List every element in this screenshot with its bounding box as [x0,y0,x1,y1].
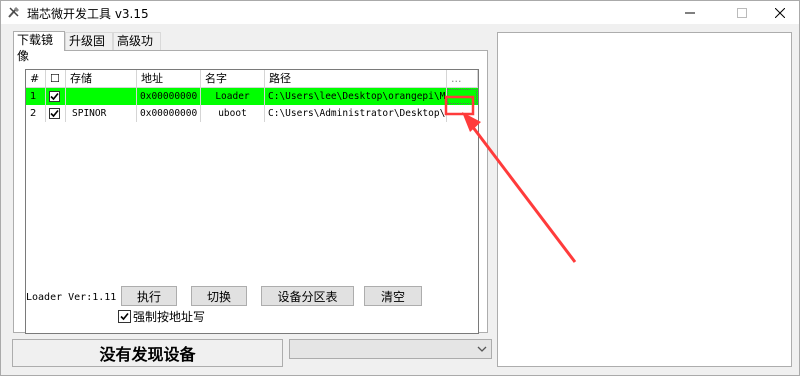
execute-button[interactable]: 执行 [121,286,177,306]
col-more: ... [447,70,478,87]
table-row[interactable]: 1 0x00000000 Loader C:\Users\lee\Desktop… [26,88,478,105]
row-address[interactable]: 0x00000000 [137,88,201,105]
row-name[interactable]: Loader [201,88,265,105]
title-bar: 瑞芯微开发工具 v3.15 [1,1,799,24]
row-checkbox-cell[interactable] [46,105,66,122]
loader-version: Loader Ver:1.11 [26,292,117,303]
row-storage [66,88,137,105]
row-index: 2 [26,105,46,122]
table-row[interactable]: 2 SPINOR 0x00000000 uboot C:\Users\Admin… [26,105,478,122]
tools-icon [8,7,19,18]
table-header: # ☐ 存储 地址 名字 路径 ... [26,70,478,88]
col-path: 路径 [265,70,447,87]
tab-upgrade-firmware[interactable]: 升级固件 [65,32,113,64]
maximize-icon [736,7,747,18]
row-storage: SPINOR [66,105,137,122]
clear-button[interactable]: 清空 [364,286,422,306]
col-address: 地址 [137,70,201,87]
col-storage: 存储 [66,70,137,87]
row-path[interactable]: C:\Users\Administrator\Desktop\... [265,105,447,122]
partition-table-button[interactable]: 设备分区表 [261,286,354,306]
col-check[interactable]: ☐ [46,70,66,87]
row-path[interactable]: C:\Users\lee\Desktop\orangepi\M... [265,88,447,105]
chevron-down-icon [477,346,487,352]
checkmark-icon [50,109,59,118]
browse-button[interactable] [447,89,477,104]
force-address-write-checkbox[interactable] [118,309,131,323]
device-select[interactable] [289,339,492,359]
col-name: 名字 [201,70,265,87]
tab-download-image[interactable]: 下载镜像 [13,31,65,63]
col-index: # [26,70,46,87]
switch-button[interactable]: 切换 [191,286,247,306]
close-icon [774,7,785,18]
minimize-icon [684,12,695,13]
minimize-button[interactable] [667,1,712,24]
row-checkbox[interactable] [49,108,60,119]
device-status: 没有发现设备 [12,339,283,367]
log-output[interactable] [497,32,792,367]
app-window: 瑞芯微开发工具 v3.15 下载镜像 升级固件 高级功能 # ☐ 存储 地址 名… [0,0,800,376]
close-button[interactable] [757,1,800,24]
row-checkbox[interactable] [49,91,60,102]
browse-cell[interactable] [447,105,478,122]
row-index: 1 [26,88,46,105]
checkmark-icon [50,92,59,101]
force-address-write-label: 强制按地址写 [133,309,206,324]
row-name[interactable]: uboot [201,105,265,122]
window-title: 瑞芯微开发工具 v3.15 [27,7,149,21]
row-address[interactable]: 0x00000000 [137,105,201,122]
row-checkbox-cell[interactable] [46,88,66,105]
force-address-write-option[interactable]: 强制按地址写 [118,309,206,324]
browse-cell[interactable] [447,88,478,105]
tab-advanced[interactable]: 高级功能 [113,32,161,64]
checkmark-icon [120,312,129,320]
